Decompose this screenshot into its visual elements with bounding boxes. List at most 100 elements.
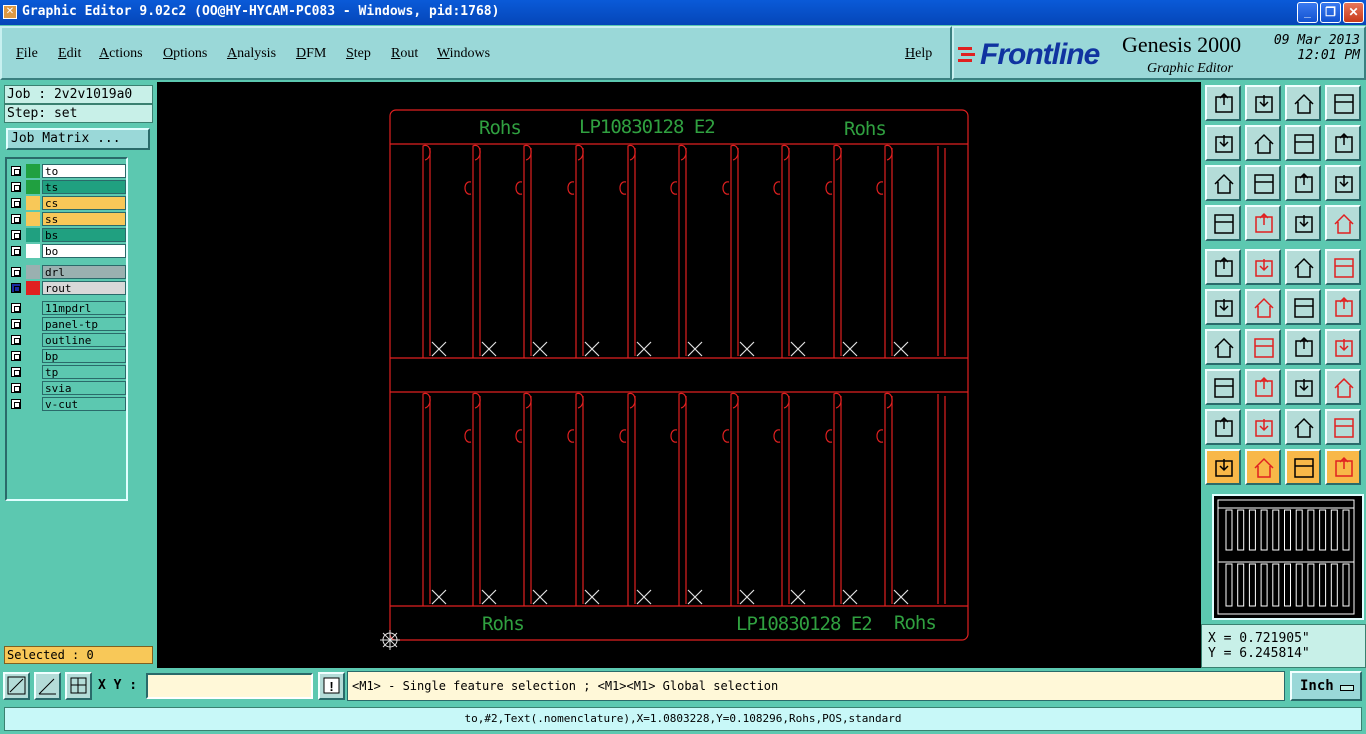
layer-row-bs[interactable]: bs [9, 228, 126, 242]
layer-checkbox[interactable] [11, 335, 21, 345]
measure-button[interactable] [34, 672, 61, 700]
symbol-button[interactable] [1325, 329, 1361, 365]
move-right-button[interactable] [1245, 125, 1281, 161]
layer-checkbox[interactable] [11, 246, 21, 256]
menu-actions[interactable]: Actions [99, 46, 143, 62]
layer-checkbox[interactable] [11, 230, 21, 240]
board-drawing[interactable]: Rohs LP10830128 E2 Rohs Rohs LP10830128 E2 Ro… [157, 82, 1201, 668]
move-left-button[interactable] [1205, 125, 1241, 161]
grid-button[interactable] [65, 672, 92, 700]
copy-button[interactable] [1245, 249, 1281, 285]
center-button[interactable] [1245, 165, 1281, 201]
job-matrix-button[interactable]: Job Matrix ... [6, 128, 150, 150]
triangle-up-button[interactable] [1245, 409, 1281, 445]
line-add-button[interactable] [1285, 289, 1321, 325]
center-box-icon-shape [1295, 379, 1313, 397]
units-selector[interactable]: Inch [1290, 671, 1362, 701]
layer-checkbox[interactable] [11, 303, 21, 313]
warning-button[interactable]: ! [318, 672, 345, 700]
overview-preview[interactable] [1212, 494, 1364, 620]
layer-row-drl[interactable]: drl [9, 265, 126, 279]
dash-button[interactable] [1245, 369, 1281, 405]
menu-help[interactable]: Help [905, 46, 932, 62]
layer-row-ss[interactable]: ss [9, 212, 126, 226]
layer-row-outline[interactable]: outline [9, 333, 126, 347]
graphic-canvas[interactable]: Rohs LP10830128 E2 Rohs Rohs LP10830128 E2 Ro… [157, 82, 1201, 668]
menu-windows[interactable]: Windows [437, 46, 490, 62]
home-button[interactable] [1285, 85, 1321, 121]
layer-color-swatch [26, 164, 40, 178]
blocks-button[interactable] [1325, 369, 1361, 405]
connect-button[interactable] [1205, 289, 1241, 325]
menu-edit[interactable]: Edit [58, 46, 81, 62]
menu-dfm[interactable]: DFM [296, 46, 326, 62]
center-box-button[interactable] [1285, 369, 1321, 405]
layer-row-panel-tp[interactable]: panel-tp [9, 317, 126, 331]
export-button[interactable] [1205, 85, 1241, 121]
rotate-button[interactable] [1285, 125, 1321, 161]
grid-button[interactable] [1245, 205, 1281, 241]
triangle-button[interactable] [1205, 409, 1241, 445]
layer-checkbox[interactable] [11, 166, 21, 176]
netlist-red-button[interactable] [1325, 205, 1361, 241]
menu-options[interactable]: Options [163, 46, 207, 62]
ruler-button[interactable] [1285, 249, 1321, 285]
layer-row-11mpdrl[interactable]: 11mpdrl [9, 301, 126, 315]
fit-button[interactable] [1205, 165, 1241, 201]
netlist-button[interactable] [1285, 205, 1321, 241]
layer-checkbox[interactable] [11, 399, 21, 409]
close-button[interactable]: ✕ [1343, 2, 1364, 23]
arc-button[interactable] [1285, 329, 1321, 365]
help-button[interactable] [1325, 165, 1361, 201]
pad-button[interactable] [1205, 249, 1241, 285]
menu-analysis[interactable]: Analysis [227, 46, 276, 62]
layer-checkbox[interactable] [11, 319, 21, 329]
triangle-a-button[interactable] [1285, 409, 1321, 445]
layer-row-rout[interactable]: rout [9, 281, 126, 295]
layer-checkbox[interactable] [11, 367, 21, 377]
menu-rout[interactable]: Rout [391, 46, 418, 62]
slot-notch-1-3 [567, 429, 575, 443]
restore-button[interactable]: ❐ [1320, 2, 1341, 23]
select-clock-button[interactable] [1285, 449, 1321, 485]
layer-row-tp[interactable]: tp [9, 365, 126, 379]
import-button[interactable] [1245, 85, 1281, 121]
layer-checkbox[interactable] [11, 214, 21, 224]
zoom-fit-button[interactable] [3, 672, 30, 700]
layer-checkbox[interactable] [11, 198, 21, 208]
menu-file[interactable]: File [16, 46, 38, 62]
menu-step[interactable]: Step [346, 46, 371, 62]
circle-button[interactable] [1325, 249, 1361, 285]
xy-input[interactable] [146, 673, 313, 699]
layer-row-bp[interactable]: bp [9, 349, 126, 363]
scale-button[interactable] [1285, 165, 1321, 201]
layer-checkbox[interactable] [11, 267, 21, 277]
layer-row-to[interactable]: to [9, 164, 126, 178]
select-path-button[interactable] [1325, 449, 1361, 485]
layer-row-svia[interactable]: svia [9, 381, 126, 395]
line-red-button[interactable] [1325, 289, 1361, 325]
line-red-icon [1335, 296, 1353, 317]
layer-checkbox[interactable] [11, 383, 21, 393]
cross-button[interactable] [1245, 289, 1281, 325]
layer-row-cs[interactable]: cs [9, 196, 126, 210]
grid-view-button[interactable] [1325, 85, 1361, 121]
layer-checkbox[interactable] [11, 351, 21, 361]
layer-list-scrollbar[interactable] [130, 157, 152, 501]
tools-button[interactable] [1205, 205, 1241, 241]
layer-row-v-cut[interactable]: v-cut [9, 397, 126, 411]
snap-button[interactable] [1325, 125, 1361, 161]
snap-point-button[interactable] [1205, 369, 1241, 405]
layer-checkbox[interactable] [11, 182, 21, 192]
layer-name: svia [42, 381, 126, 395]
select-box-button[interactable] [1245, 449, 1281, 485]
layer-checkbox[interactable] [11, 283, 21, 293]
select-arrow-button[interactable] [1205, 449, 1241, 485]
minimize-button[interactable]: _ [1297, 2, 1318, 23]
layer-row-bo[interactable]: bo [9, 244, 126, 258]
snap-icon [1335, 132, 1353, 153]
slash-button[interactable] [1245, 329, 1281, 365]
triangle-b-button[interactable] [1325, 409, 1361, 445]
layer-row-ts[interactable]: ts [9, 180, 126, 194]
angle-button[interactable] [1205, 329, 1241, 365]
